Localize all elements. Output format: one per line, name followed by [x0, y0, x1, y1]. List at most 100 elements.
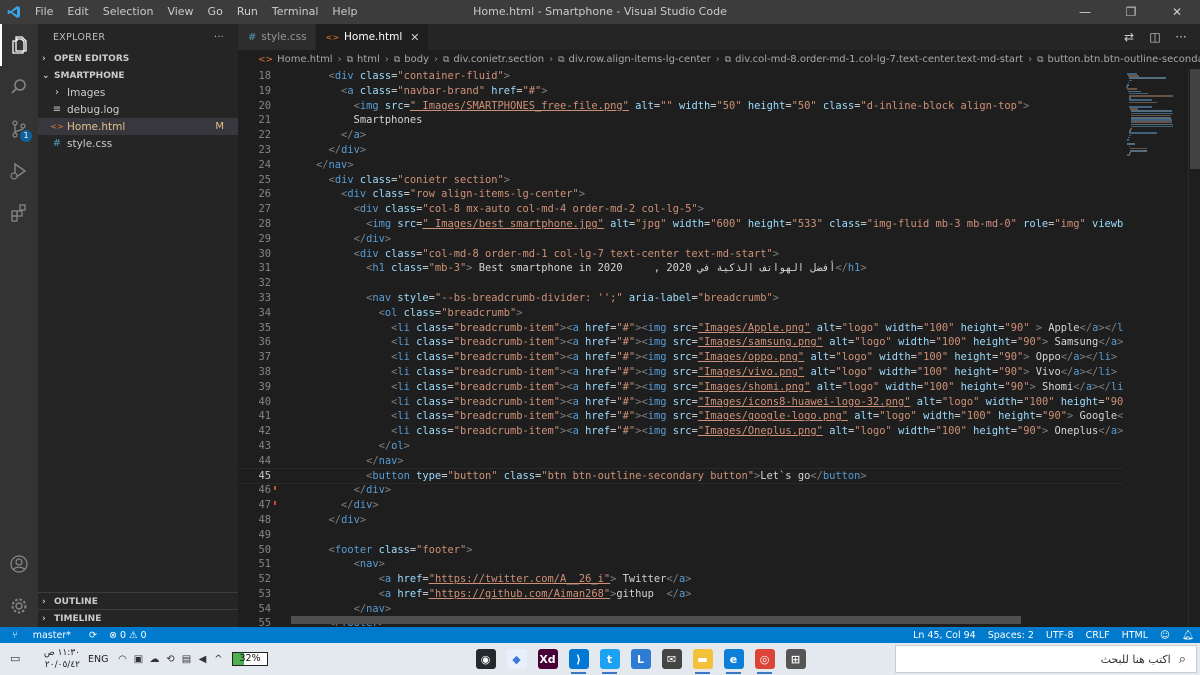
code-line[interactable]: 50 <footer class="footer">	[238, 543, 1123, 558]
code-line[interactable]: 48 </div>	[238, 513, 1123, 528]
battery-indicator[interactable]: 32%	[232, 652, 268, 666]
code-editor[interactable]: 18 <div class="container-fluid"> 19 <a cl…	[238, 69, 1123, 626]
speaker-icon[interactable]: ◀	[194, 654, 210, 665]
code-line[interactable]: 31 <h1 class="mb-3"> Best smartphone in …	[238, 261, 1123, 276]
code-line[interactable]: 42 <li class="breadcrumb-item"><a href="…	[238, 424, 1123, 439]
end-of-line[interactable]: CRLF	[1080, 630, 1116, 641]
code-line[interactable]: 44 </nav>	[238, 454, 1123, 469]
taskbar-search-box[interactable]: اكتب هنا للبحث ⌕	[895, 645, 1197, 673]
menu-edit[interactable]: Edit	[60, 0, 95, 24]
open-changes-icon[interactable]: ⇄	[1116, 30, 1142, 44]
taskbar-app-twitter[interactable]: t	[594, 643, 625, 675]
code-line[interactable]: 45 <button type="button" class="btn btn-…	[238, 467, 1123, 485]
horizontal-scrollbar[interactable]	[291, 616, 1021, 624]
taskbar-app-edge[interactable]: e	[718, 643, 749, 675]
branch-status[interactable]: ⑂ master*	[0, 630, 83, 641]
taskbar-app-vscode[interactable]: ⟩	[563, 643, 594, 675]
cursor-position[interactable]: Ln 45, Col 94	[907, 630, 982, 641]
feedback-icon[interactable]: ☺	[1154, 630, 1176, 641]
code-line[interactable]: 32	[238, 276, 1123, 291]
deleted-lines-marker[interactable]	[274, 486, 276, 491]
code-line[interactable]: 27 <div class="col-8 mx-auto col-md-4 or…	[238, 202, 1123, 217]
split-editor-icon[interactable]: ◫	[1142, 30, 1168, 44]
code-line[interactable]: 40 <li class="breadcrumb-item"><a href="…	[238, 395, 1123, 410]
taskbar-app-lens[interactable]: L	[625, 643, 656, 675]
explorer-icon[interactable]	[0, 24, 38, 66]
menu-view[interactable]: View	[160, 0, 200, 24]
more-actions-icon[interactable]: ···	[1168, 30, 1194, 44]
breadcrumb-item[interactable]: › ⧉ div.row.align-items-lg-center	[544, 54, 711, 65]
code-line[interactable]: 29 </div>	[238, 232, 1123, 247]
scrollbar-thumb[interactable]	[1190, 69, 1200, 169]
tab-close-icon[interactable]: ✕	[410, 31, 419, 44]
taskbar-app-taskview[interactable]: ⊞	[780, 643, 811, 675]
code-line[interactable]: 34 <ol class="breadcrumb">	[238, 306, 1123, 321]
taskbar-app-xd[interactable]: Xd	[532, 643, 563, 675]
tree-item-home-html[interactable]: <> Home.html M	[38, 118, 238, 135]
settings-gear-icon[interactable]	[0, 585, 38, 627]
open-editors-section[interactable]: › OPEN EDITORS	[38, 50, 238, 67]
problems-status[interactable]: ⊗ 0 ⚠ 0	[103, 630, 153, 641]
tab-style-css[interactable]: # style.css	[238, 24, 316, 50]
timeline-section[interactable]: › TIMELINE	[38, 609, 238, 627]
code-line[interactable]: 37 <li class="breadcrumb-item"><a href="…	[238, 350, 1123, 365]
tree-item-images[interactable]: › Images	[38, 84, 238, 101]
code-line[interactable]: 52 <a href="https://twitter.com/A__26_i"…	[238, 572, 1123, 587]
encoding[interactable]: UTF-8	[1040, 630, 1080, 641]
taskbar-app-chrome[interactable]: ◎	[749, 643, 780, 675]
wifi-icon[interactable]: ◠	[114, 654, 130, 665]
breadcrumb-item[interactable]: <> Home.html	[258, 54, 333, 65]
folder-section[interactable]: ⌄ SMARTPHONE	[38, 67, 238, 84]
code-line[interactable]: 51 <nav>	[238, 557, 1123, 572]
menu-go[interactable]: Go	[201, 0, 230, 24]
taskbar-app-mail[interactable]: ✉	[656, 643, 687, 675]
code-line[interactable]: 28 <img src=" Images/best smartphone.jpg…	[238, 217, 1123, 232]
menu-run[interactable]: Run	[230, 0, 265, 24]
tab-home-html[interactable]: <> Home.html ✕	[315, 24, 429, 50]
language-indicator[interactable]: ENG	[88, 654, 108, 665]
notification-center-icon[interactable]: ▭	[10, 652, 20, 665]
deleted-lines-marker[interactable]	[274, 501, 276, 506]
code-line[interactable]: 53 <a href="https://github.com/Aiman268"…	[238, 587, 1123, 602]
code-line[interactable]: 23 </div>	[238, 143, 1123, 158]
code-line[interactable]: 21 Smartphones	[238, 113, 1123, 128]
app-tray-icon[interactable]: ▤	[178, 654, 194, 665]
code-line[interactable]: 43 </ol>	[238, 439, 1123, 454]
minimap[interactable]	[1123, 69, 1188, 626]
breadcrumb-item[interactable]: › ⧉ div.conietr.section	[429, 54, 544, 65]
restore-button[interactable]: ❐	[1108, 0, 1154, 24]
outline-section[interactable]: › OUTLINE	[38, 592, 238, 610]
minimize-button[interactable]: —	[1062, 0, 1108, 24]
breadcrumb-item[interactable]: › ⧉ html	[333, 54, 380, 65]
code-line[interactable]: 24 </nav>	[238, 158, 1123, 173]
menu-terminal[interactable]: Terminal	[265, 0, 326, 24]
code-line[interactable]: 25 <div class="conietr section">	[238, 173, 1123, 188]
breadcrumb-item[interactable]: › ⧉button.btn.btn-outline-secondary.butto…	[1023, 54, 1200, 65]
code-line[interactable]: 49	[238, 528, 1123, 543]
taskbar-app-explorer[interactable]: ▬	[687, 643, 718, 675]
battery-saver-icon[interactable]: ▣	[130, 654, 146, 665]
taskbar-app-sourcetree[interactable]: ◆	[501, 643, 532, 675]
vertical-scrollbar[interactable]	[1188, 69, 1200, 626]
breadcrumb-item[interactable]: › ⧉ div.col-md-8.order-md-1.col-lg-7.text-…	[711, 54, 1023, 65]
code-line[interactable]: 54 </nav>	[238, 602, 1123, 617]
code-line[interactable]: 30 <div class="col-md-8 order-md-1 col-l…	[238, 247, 1123, 262]
code-line[interactable]: 38 <li class="breadcrumb-item"><a href="…	[238, 365, 1123, 380]
tree-item-debug-log[interactable]: ≡ debug.log	[38, 101, 238, 118]
tree-item-style-css[interactable]: # style.css	[38, 135, 238, 152]
explorer-more-button[interactable]: ···	[214, 32, 224, 43]
sync-icon[interactable]: ⟳	[83, 630, 103, 641]
search-icon[interactable]	[0, 66, 38, 108]
show-hidden-icons[interactable]: ^	[210, 654, 226, 665]
code-line[interactable]: 33 <nav style="--bs-breadcrumb-divider: …	[238, 291, 1123, 306]
code-line[interactable]: 18 <div class="container-fluid">	[238, 69, 1123, 84]
menu-selection[interactable]: Selection	[96, 0, 161, 24]
code-line[interactable]: 47 </div>	[238, 498, 1123, 513]
clock[interactable]: ١١:٣٠ ص ٢٠/٠٥/٤٢	[38, 647, 80, 671]
taskbar-app-github[interactable]: ◉	[470, 643, 501, 675]
menu-file[interactable]: File	[28, 0, 60, 24]
language-mode[interactable]: HTML	[1116, 630, 1154, 641]
code-line[interactable]: 41 <li class="breadcrumb-item"><a href="…	[238, 409, 1123, 424]
notifications-bell-icon[interactable]: 🔔︎	[1176, 630, 1200, 641]
code-line[interactable]: 35 <li class="breadcrumb-item"><a href="…	[238, 321, 1123, 336]
